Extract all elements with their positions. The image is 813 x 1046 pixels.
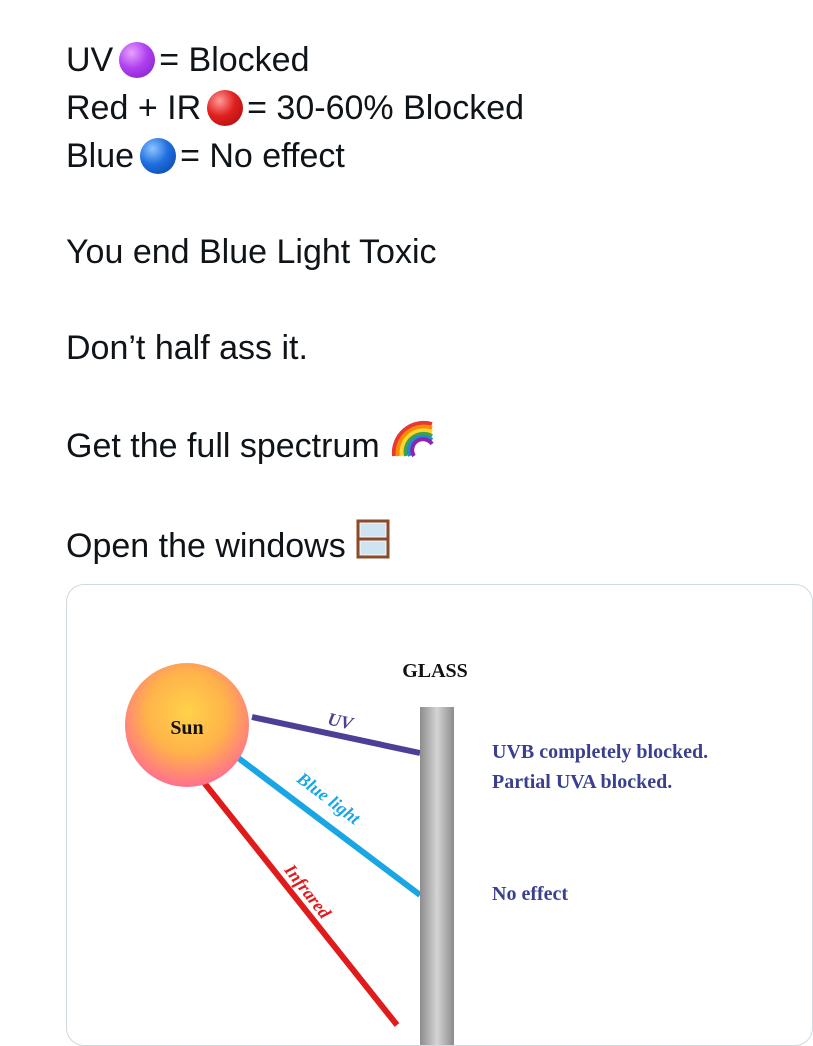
blue-note: No effect bbox=[492, 883, 568, 905]
window-icon bbox=[356, 519, 390, 572]
uv-note-line2: Partial UVA blocked. bbox=[492, 771, 672, 793]
rainbow-icon bbox=[390, 420, 434, 471]
sun-label: Sun bbox=[170, 717, 203, 739]
media-card[interactable]: Sun GLASS UV Blue light Infrared UVB com… bbox=[66, 584, 813, 1046]
uv-result: = Blocked bbox=[159, 41, 310, 79]
infrared-ray bbox=[199, 778, 400, 1027]
glass-diagram: Sun GLASS UV Blue light Infrared UVB com… bbox=[125, 660, 708, 1045]
blue-light-ray-label: Blue light bbox=[292, 767, 364, 828]
blue-result: = No effect bbox=[180, 137, 345, 175]
uv-note-line1: UVB completely blocked. bbox=[492, 741, 708, 763]
spectrum-line: Get the full spectrum bbox=[66, 420, 786, 471]
windows-line: Open the windows bbox=[66, 519, 786, 572]
half-ass-line: Don’t half ass it. bbox=[66, 329, 308, 367]
blue-label: Blue bbox=[66, 137, 135, 175]
glass-pane bbox=[420, 707, 454, 1045]
red-circle-icon bbox=[207, 90, 244, 126]
red-ir-result: = 30-60% Blocked bbox=[247, 89, 525, 127]
blue-line: Blue = No effect bbox=[66, 132, 786, 180]
blue-light-ray bbox=[235, 754, 422, 898]
tweet-text: UV = Blocked Red + IR = 30-60% Blocked B… bbox=[66, 36, 786, 572]
uv-label: UV bbox=[66, 41, 114, 79]
red-ir-line: Red + IR = 30-60% Blocked bbox=[66, 84, 786, 132]
windows-text: Open the windows bbox=[66, 526, 346, 565]
blue-circle-icon bbox=[140, 138, 177, 174]
uv-ray-label: UV bbox=[326, 709, 357, 734]
uv-line: UV = Blocked bbox=[66, 36, 786, 84]
blue-light-line: You end Blue Light Toxic bbox=[66, 233, 437, 271]
glass-label: GLASS bbox=[402, 660, 468, 682]
purple-circle-icon bbox=[119, 42, 156, 78]
red-ir-label: Red + IR bbox=[66, 89, 202, 127]
spectrum-text: Get the full spectrum bbox=[66, 426, 380, 465]
